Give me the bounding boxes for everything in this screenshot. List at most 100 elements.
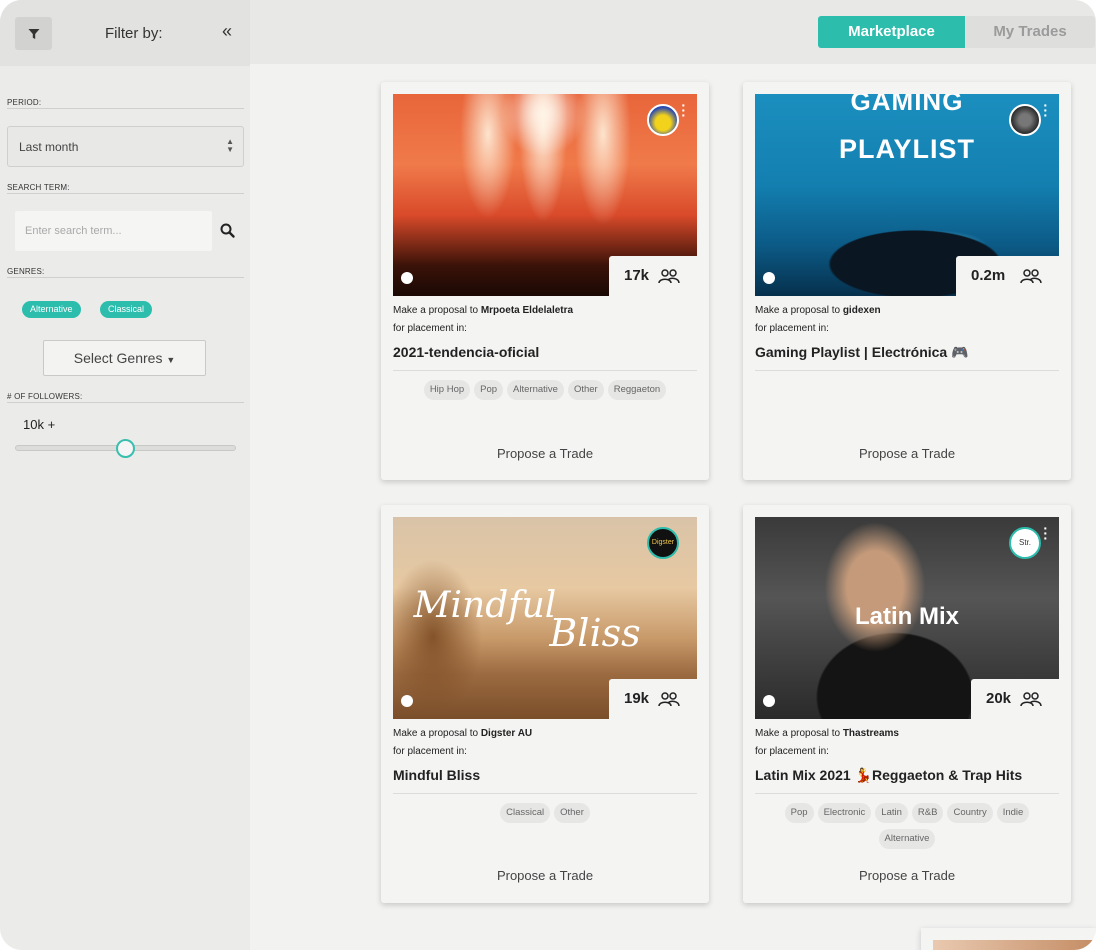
follower-count: 0.2m — [971, 267, 1006, 284]
follower-count: 19k — [624, 690, 650, 707]
playlist-card: GAMING PLAYLIST · · · 0.2m Make a proposal… — [743, 82, 1071, 480]
genre-tag: Other — [567, 380, 604, 400]
followers-icon — [658, 692, 680, 707]
placement-text: for placement in: — [393, 746, 467, 757]
genre-tags: Classical Other — [393, 803, 697, 829]
follower-count-badge: 0.2m — [956, 256, 1059, 296]
select-genres-button[interactable]: Select Genres ▼ — [43, 340, 206, 376]
placement-text: for placement in: — [755, 746, 829, 757]
card-divider — [755, 370, 1059, 371]
proposal-prefix: Make a proposal to — [393, 728, 481, 739]
playlist-title[interactable]: Mindful Bliss — [393, 767, 480, 783]
playlist-card: Mindful Bliss Digster 19k Make a proposa… — [381, 505, 709, 903]
avatar-label: Digster — [651, 539, 675, 546]
genre-tag: Pop — [784, 803, 814, 823]
playlist-title[interactable]: Gaming Playlist | Electrónica 🎮 — [755, 344, 969, 361]
genre-tag: Other — [554, 803, 590, 823]
divider — [7, 277, 244, 278]
more-options-icon[interactable]: · · · — [1043, 98, 1048, 122]
curator-name[interactable]: gidexen — [843, 305, 881, 316]
curator-avatar[interactable]: Digster — [647, 527, 679, 559]
playlist-cover-image — [933, 940, 1093, 950]
search-icon[interactable] — [219, 222, 237, 240]
proposal-prefix: Make a proposal to — [755, 305, 843, 316]
genre-tags: Hip Hop Pop Alternative Other Reggaeton — [393, 380, 697, 406]
curator-avatar[interactable] — [1009, 104, 1041, 136]
playlist-cover-image: Mindful Bliss Digster 19k — [393, 517, 697, 719]
genre-tag: Latin — [875, 803, 908, 823]
placement-text: for placement in: — [393, 323, 467, 334]
playlist-card: Latin Mix Str. · · · 20k Make a proposal t… — [743, 505, 1071, 903]
select-arrows-icon: ▲ ▼ — [226, 137, 234, 154]
cover-text: PLAYLIST — [838, 134, 976, 164]
curator-name[interactable]: Mrpoeta Eldelaletra — [481, 305, 573, 316]
playlist-card: · · · 17k Make a proposal to Mrpoeta Eldel… — [381, 82, 709, 480]
follower-count-badge: 20k — [971, 679, 1059, 719]
spotify-icon — [401, 272, 413, 284]
playlist-title[interactable]: 2021-tendencia-oficial — [393, 344, 539, 360]
filter-sidebar: Filter by: « PERIOD: Last month ▲ ▼ SEARC… — [0, 0, 250, 950]
divider — [7, 193, 244, 194]
genre-tag: Indie — [996, 803, 1030, 823]
curator-avatar[interactable] — [647, 104, 679, 136]
card-divider — [393, 370, 697, 371]
playlist-cover-image: · · · 17k — [393, 94, 697, 296]
divider — [7, 402, 244, 403]
tab-my-trades[interactable]: My Trades — [965, 16, 1095, 48]
genre-tag: Reggaeton — [607, 380, 667, 400]
genre-tags: Pop Electronic Latin R&B Country Indie Alterna… — [755, 803, 1059, 855]
genre-chip-classical[interactable]: Classical — [100, 301, 153, 318]
followers-icon — [658, 269, 680, 284]
cover-text: Bliss — [549, 611, 641, 655]
search-input[interactable] — [15, 211, 212, 251]
proposal-text: Make a proposal to Mrpoeta Eldelaletra — [393, 305, 573, 316]
funnel-icon — [28, 28, 39, 39]
genre-tag: Electronic — [817, 803, 872, 823]
playlist-card-partial — [921, 928, 1096, 950]
proposal-prefix: Make a proposal to — [755, 728, 843, 739]
caret-down-icon: ▼ — [166, 355, 176, 365]
curator-avatar[interactable]: Str. — [1009, 527, 1041, 559]
follower-count-badge: 19k — [609, 679, 697, 719]
playlist-cover-image: GAMING PLAYLIST · · · 0.2m — [755, 94, 1059, 296]
select-genres-label: Select Genres — [73, 350, 163, 366]
tab-marketplace[interactable]: Marketplace — [818, 16, 965, 48]
period-select[interactable]: Last month ▲ ▼ — [7, 126, 244, 167]
proposal-text: Make a proposal to gidexen — [755, 305, 881, 316]
follower-count: 17k — [624, 267, 650, 284]
proposal-prefix: Make a proposal to — [393, 305, 481, 316]
follower-count-badge: 17k — [609, 256, 697, 296]
curator-name[interactable]: Thastreams — [843, 728, 899, 739]
propose-trade-button[interactable]: Propose a Trade — [743, 868, 1071, 883]
search-label: SEARCH TERM: — [7, 183, 70, 192]
followers-slider-thumb[interactable] — [116, 439, 135, 458]
genre-tag: Classical — [500, 803, 551, 823]
genre-tag: Country — [947, 803, 993, 823]
followers-label: # OF FOLLOWERS: — [7, 392, 83, 401]
genre-chip-alternative[interactable]: Alternative — [22, 301, 81, 318]
card-divider — [393, 793, 697, 794]
period-value: Last month — [19, 140, 79, 154]
curator-name[interactable]: Digster AU — [481, 728, 532, 739]
playlist-title[interactable]: Latin Mix 2021 💃Reggaeton & Trap Hits — [755, 767, 1022, 784]
divider — [7, 108, 244, 109]
playlist-cover-image: Latin Mix Str. · · · 20k — [755, 517, 1059, 719]
more-options-icon[interactable]: · · · — [1043, 521, 1048, 545]
follower-count: 20k — [986, 690, 1012, 707]
proposal-text: Make a proposal to Digster AU — [393, 728, 532, 739]
period-label: PERIOD: — [7, 98, 42, 107]
proposal-text: Make a proposal to Thastreams — [755, 728, 899, 739]
followers-value: 10k + — [23, 417, 56, 432]
followers-icon — [1020, 269, 1042, 284]
collapse-sidebar-icon[interactable]: « — [222, 21, 232, 41]
spotify-icon — [763, 272, 775, 284]
avatar-label: Str. — [1018, 538, 1031, 547]
cover-text: Latin Mix — [854, 603, 959, 630]
propose-trade-button[interactable]: Propose a Trade — [743, 446, 1071, 461]
propose-trade-button[interactable]: Propose a Trade — [381, 868, 709, 883]
more-options-icon[interactable]: · · · — [681, 98, 686, 122]
genre-tag: Pop — [474, 380, 504, 400]
propose-trade-button[interactable]: Propose a Trade — [381, 446, 709, 461]
sidebar-title: Filter by: — [105, 25, 163, 42]
filter-toggle-button[interactable] — [15, 17, 52, 50]
